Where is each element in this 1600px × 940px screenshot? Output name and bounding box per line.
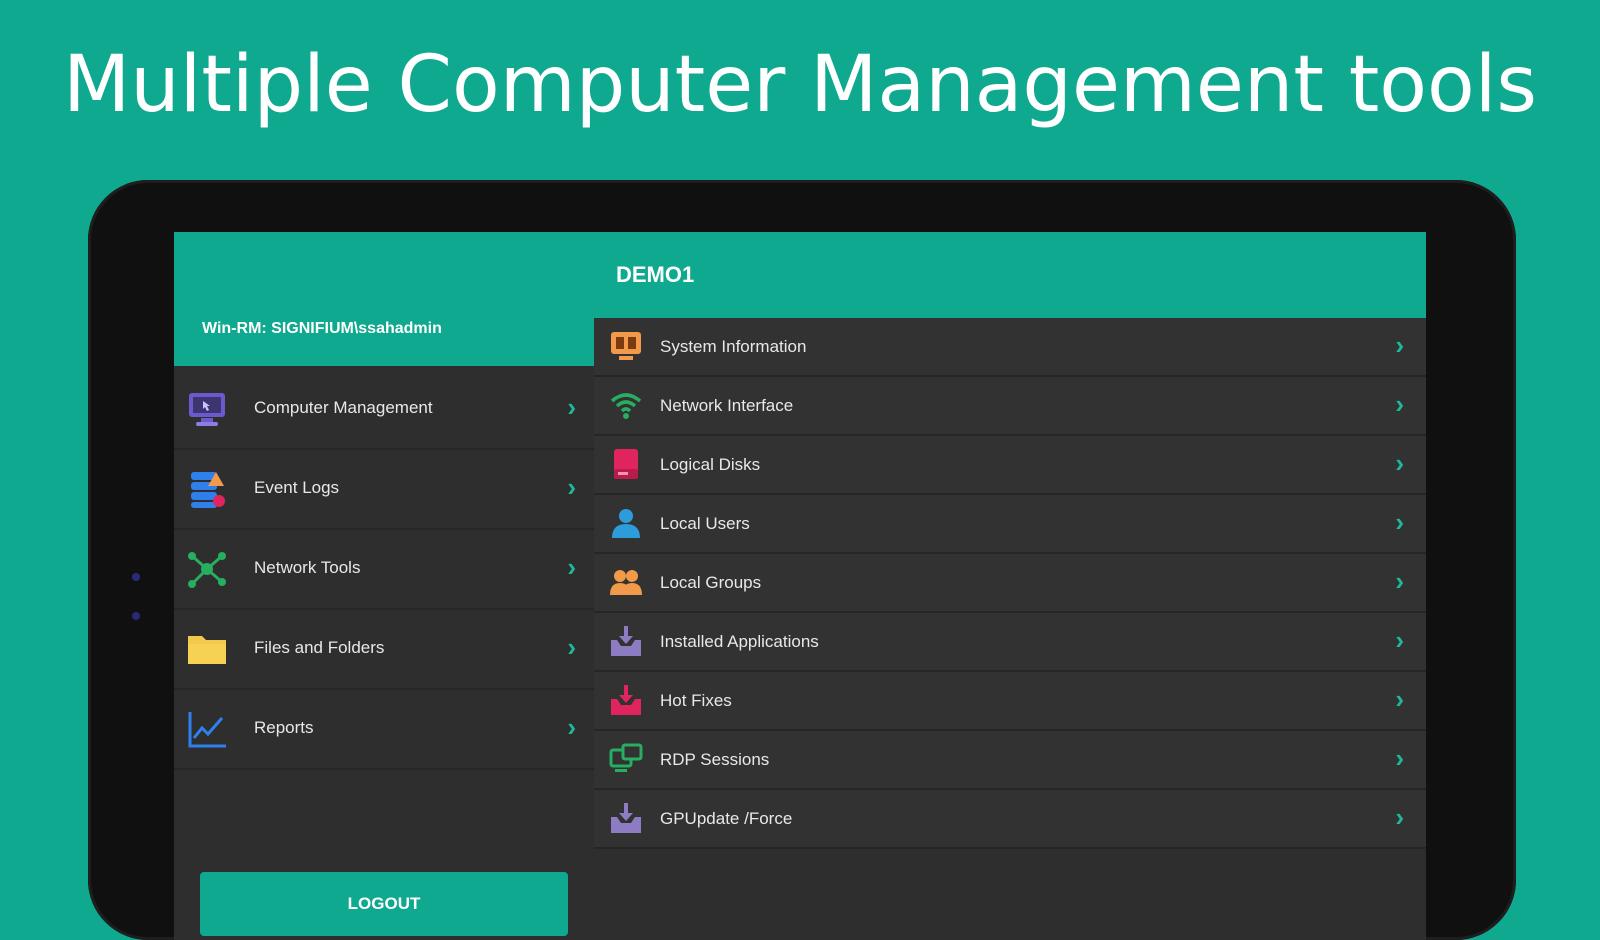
tool-list: System Information › Network Interface › bbox=[594, 318, 1426, 849]
chevron-right-icon: › bbox=[1395, 330, 1404, 360]
tablet-frame: Win-RM: SIGNIFIUM\ssahadmin Computer Man… bbox=[88, 180, 1516, 940]
event-logs-icon bbox=[184, 466, 230, 512]
list-item-logical-disks[interactable]: Logical Disks › bbox=[594, 436, 1426, 495]
menu-label: Computer Management bbox=[254, 398, 433, 417]
menu-item-network-tools[interactable]: Network Tools › bbox=[174, 530, 594, 610]
menu-item-event-logs[interactable]: Event Logs › bbox=[174, 450, 594, 530]
list-item-label: Local Groups bbox=[660, 573, 762, 592]
drawer-header: Win-RM: SIGNIFIUM\ssahadmin bbox=[174, 232, 594, 366]
computer-title: DEMO1 bbox=[616, 262, 695, 287]
navigation-drawer: Win-RM: SIGNIFIUM\ssahadmin Computer Man… bbox=[174, 232, 594, 940]
list-item-local-groups[interactable]: Local Groups › bbox=[594, 554, 1426, 613]
chevron-right-icon: › bbox=[1395, 389, 1404, 419]
hotfix-icon bbox=[608, 682, 644, 718]
chart-icon bbox=[184, 706, 230, 752]
chevron-right-icon: › bbox=[1395, 802, 1404, 832]
chevron-right-icon: › bbox=[567, 632, 576, 662]
list-item-rdp-sessions[interactable]: RDP Sessions › bbox=[594, 731, 1426, 790]
user-icon bbox=[608, 505, 644, 541]
connection-label: Win-RM: SIGNIFIUM\ssahadmin bbox=[202, 320, 442, 337]
wifi-icon bbox=[608, 387, 644, 423]
chevron-right-icon: › bbox=[1395, 625, 1404, 655]
disk-icon bbox=[608, 446, 644, 482]
list-item-label: Logical Disks bbox=[660, 455, 761, 474]
logout-button[interactable]: LOGOUT bbox=[200, 872, 568, 936]
rdp-icon bbox=[608, 741, 644, 777]
list-item-system-information[interactable]: System Information › bbox=[594, 318, 1426, 377]
detail-panel: DEMO1 System Information › Network Inter… bbox=[594, 232, 1426, 940]
list-item-label: Network Interface bbox=[660, 396, 794, 415]
menu-label: Network Tools bbox=[254, 558, 361, 577]
monitor-icon bbox=[184, 386, 230, 432]
list-item-label: System Information bbox=[660, 337, 807, 356]
list-item-hot-fixes[interactable]: Hot Fixes › bbox=[594, 672, 1426, 731]
gpupdate-icon bbox=[608, 800, 644, 836]
chevron-right-icon: › bbox=[1395, 684, 1404, 714]
list-item-gpupdate-force[interactable]: GPUpdate /Force › bbox=[594, 790, 1426, 849]
menu-label: Event Logs bbox=[254, 478, 340, 497]
group-icon bbox=[608, 564, 644, 600]
chevron-right-icon: › bbox=[1395, 507, 1404, 537]
menu-item-reports[interactable]: Reports › bbox=[174, 690, 594, 770]
chevron-right-icon: › bbox=[1395, 566, 1404, 596]
chevron-right-icon: › bbox=[567, 552, 576, 582]
chevron-right-icon: › bbox=[1395, 448, 1404, 478]
list-item-installed-applications[interactable]: Installed Applications › bbox=[594, 613, 1426, 672]
system-info-icon bbox=[608, 328, 644, 364]
list-item-label: Local Users bbox=[660, 514, 750, 533]
menu-label: Reports bbox=[254, 718, 314, 737]
folder-icon bbox=[184, 626, 230, 672]
menu-item-computer-management[interactable]: Computer Management › bbox=[174, 370, 594, 450]
app-screen: Win-RM: SIGNIFIUM\ssahadmin Computer Man… bbox=[174, 232, 1426, 940]
sensor-dot bbox=[132, 612, 140, 620]
chevron-right-icon: › bbox=[1395, 743, 1404, 773]
list-item-local-users[interactable]: Local Users › bbox=[594, 495, 1426, 554]
list-item-label: Hot Fixes bbox=[660, 691, 732, 710]
chevron-right-icon: › bbox=[567, 472, 576, 502]
list-item-label: GPUpdate /Force bbox=[660, 809, 793, 828]
camera-dot bbox=[132, 573, 140, 581]
list-item-label: Installed Applications bbox=[660, 632, 819, 651]
list-item-network-interface[interactable]: Network Interface › bbox=[594, 377, 1426, 436]
list-item-label: RDP Sessions bbox=[660, 750, 770, 769]
menu-label: Files and Folders bbox=[254, 638, 385, 657]
network-tools-icon bbox=[184, 546, 230, 592]
headline: Multiple Computer Management tools bbox=[62, 40, 1538, 130]
install-icon bbox=[608, 623, 644, 659]
chevron-right-icon: › bbox=[567, 712, 576, 742]
menu-item-files-and-folders[interactable]: Files and Folders › bbox=[174, 610, 594, 690]
detail-header: DEMO1 bbox=[594, 232, 1426, 318]
chevron-right-icon: › bbox=[567, 392, 576, 422]
